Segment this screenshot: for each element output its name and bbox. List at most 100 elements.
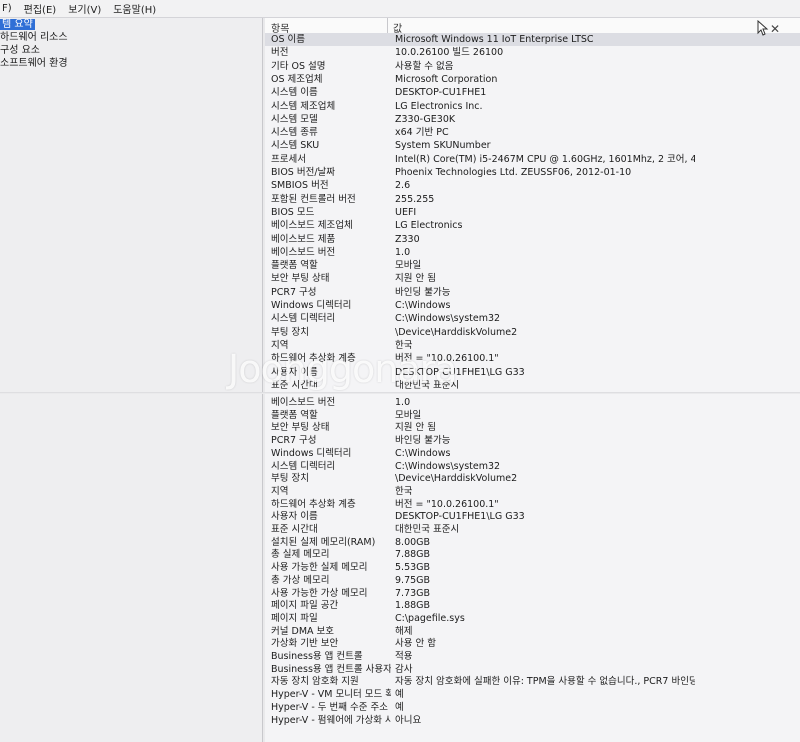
row-item-name: 지역 xyxy=(271,485,289,497)
row-item-name: 플랫폼 역할 xyxy=(271,260,318,272)
row-item-value: Microsoft Windows 11 IoT Enterprise LTSC xyxy=(395,34,594,45)
row-item-name: 베이스보드 제품 xyxy=(271,233,336,245)
table-row[interactable]: 부팅 장치 \Device\HarddiskVolume2 xyxy=(265,326,800,339)
row-item-name: OS 이름 xyxy=(271,34,306,45)
tree-item-components[interactable]: 구성 요소 xyxy=(0,44,262,57)
table-row[interactable]: Windows 디렉터리 C:\Windows xyxy=(265,447,800,460)
row-item-value: 해제 xyxy=(395,625,413,637)
table-row[interactable]: 플랫폼 역할 모바일 xyxy=(265,409,800,422)
tree-item-system-summary[interactable]: 템 요약 xyxy=(0,18,262,31)
table-row[interactable]: 페이지 파일 공간 1.88GB xyxy=(265,599,800,612)
row-item-value: 1.88GB xyxy=(395,600,431,612)
row-item-value: 적용 xyxy=(395,651,413,662)
row-item-value: \Device\HarddiskVolume2 xyxy=(395,473,518,485)
table-row[interactable]: 사용 가능한 가상 메모리 7.73GB xyxy=(265,587,800,600)
table-row[interactable]: 보안 부팅 상태 지원 안 됨 xyxy=(265,272,800,285)
tree-item-hardware-resources[interactable]: 하드웨어 리소스 xyxy=(0,31,262,44)
table-row[interactable]: Business용 앱 컨트롤 적용 xyxy=(265,650,800,663)
table-row[interactable]: Hyper-V - 두 번째 수준 주소 ... 예 xyxy=(265,701,800,714)
table-row[interactable]: 가상화 기반 보안 사용 안 함 xyxy=(265,637,800,650)
row-item-name: 부팅 장치 xyxy=(271,326,309,338)
row-item-value: LG Electronics Inc. xyxy=(395,100,483,112)
table-row[interactable]: 시스템 모델 Z330-GE30K xyxy=(265,113,800,126)
row-item-name: 사용 가능한 실제 메모리 xyxy=(271,562,368,574)
table-row[interactable]: PCR7 구성 바인딩 불가능 xyxy=(265,434,800,447)
table-row[interactable]: 플랫폼 역할 모바일 xyxy=(265,259,800,272)
row-item-name: 시스템 SKU xyxy=(271,140,320,152)
row-item-name: 하드웨어 추상화 계층 xyxy=(271,498,356,510)
table-row[interactable]: 보안 부팅 상태 지원 안 됨 xyxy=(265,421,800,434)
table-row[interactable]: 프로세서 Intel(R) Core(TM) i5-2467M CPU @ 1.6… xyxy=(265,153,800,166)
row-item-value: System SKUNumber xyxy=(395,140,491,152)
row-item-name: PCR7 구성 xyxy=(271,435,317,447)
menu-bar: F) 편집(E) 보기(V) 도움말(H) xyxy=(0,0,800,18)
row-item-value: 바인딩 불가능 xyxy=(395,435,451,447)
row-item-value: 8.00GB xyxy=(395,536,431,548)
row-item-value: x64 기반 PC xyxy=(395,127,449,139)
table-row[interactable]: 버전 10.0.26100 빌드 26100 xyxy=(265,46,800,59)
row-item-name: PCR7 구성 xyxy=(271,286,317,298)
table-row[interactable]: 표준 시간대 대한민국 표준시 xyxy=(265,523,800,536)
row-item-name: 플랫폼 역할 xyxy=(271,409,318,421)
table-row[interactable]: 사용 가능한 실제 메모리 5.53GB xyxy=(265,561,800,574)
menu-edit[interactable]: 편집(E) xyxy=(22,1,59,16)
tree-item-software-environment[interactable]: 소프트웨어 환경 xyxy=(0,57,262,70)
menu-view[interactable]: 보기(V) xyxy=(66,1,103,16)
table-row[interactable]: 시스템 제조업체 LG Electronics Inc. xyxy=(265,100,800,113)
table-row[interactable]: 시스템 SKU System SKUNumber xyxy=(265,139,800,152)
row-item-name: 베이스보드 제조업체 xyxy=(271,220,353,232)
row-item-value: DESKTOP-CU1FHE1 xyxy=(395,87,487,99)
table-row[interactable]: 시스템 종류 x64 기반 PC xyxy=(265,126,800,139)
row-item-name: 포함된 컨트롤러 버전 xyxy=(271,193,356,205)
table-row[interactable]: 총 실제 메모리 7.88GB xyxy=(265,548,800,561)
table-row[interactable]: 기타 OS 설명 사용할 수 없음 xyxy=(265,60,800,73)
column-divider[interactable] xyxy=(387,18,388,34)
table-row[interactable]: SMBIOS 버전 2.6 xyxy=(265,179,800,192)
table-row[interactable]: 시스템 디렉터리 C:\Windows\system32 xyxy=(265,460,800,473)
table-row[interactable]: 베이스보드 제조업체 LG Electronics xyxy=(265,219,800,232)
table-row[interactable]: BIOS 버전/날짜 Phoenix Technologies Ltd. ZEUS… xyxy=(265,166,800,179)
table-row[interactable]: 자동 장치 암호화 지원 자동 장치 암호화에 실패한 이유: TPM을 사용할 … xyxy=(265,675,800,688)
row-item-value: Intel(R) Core(TM) i5-2467M CPU @ 1.60GHz… xyxy=(395,153,695,165)
table-row[interactable]: 하드웨어 추상화 계층 버전 = "10.0.26100.1" xyxy=(265,498,800,511)
table-row[interactable]: Hyper-V - 펌웨어에 가상화 사용 아니요 xyxy=(265,714,800,727)
row-item-value: 사용할 수 없음 xyxy=(395,60,454,72)
table-row[interactable]: 지역 한국 xyxy=(265,485,800,498)
table-row[interactable]: 총 가상 메모리 9.75GB xyxy=(265,574,800,587)
table-row[interactable]: 베이스보드 버전 1.0 xyxy=(265,396,800,409)
row-item-name: Business용 앱 컨트롤 사용자 ... xyxy=(271,663,391,675)
row-item-name: 베이스보드 버전 xyxy=(271,397,336,408)
table-row[interactable]: 부팅 장치 \Device\HarddiskVolume2 xyxy=(265,472,800,485)
table-row[interactable]: OS 이름 Microsoft Windows 11 IoT Enterprise… xyxy=(265,33,800,46)
row-item-value: 255.255 xyxy=(395,193,435,205)
table-row[interactable]: 설치된 실제 메모리(RAM) 8.00GB xyxy=(265,536,800,549)
table-row[interactable]: OS 제조업체 Microsoft Corporation xyxy=(265,73,800,86)
menu-help[interactable]: 도움말(H) xyxy=(111,1,158,16)
table-row[interactable]: Business용 앱 컨트롤 사용자 ... 감사 xyxy=(265,663,800,676)
row-item-name: SMBIOS 버전 xyxy=(271,180,329,192)
table-row[interactable]: 페이지 파일 C:\pagefile.sys xyxy=(265,612,800,625)
table-row[interactable]: 사용자 이름 DESKTOP-CU1FHE1\LG G33 xyxy=(265,510,800,523)
row-item-value: 예 xyxy=(395,689,404,701)
table-row[interactable]: PCR7 구성 바인딩 불가능 xyxy=(265,286,800,299)
row-item-value: 9.75GB xyxy=(395,574,431,586)
table-row[interactable]: 커널 DMA 보호 해제 xyxy=(265,625,800,638)
watermark: Joonggonara xyxy=(228,347,458,391)
table-row[interactable]: 베이스보드 버전 1.0 xyxy=(265,246,800,259)
table-row[interactable]: 시스템 디렉터리 C:\Windows\system32 xyxy=(265,312,800,325)
row-item-name: 시스템 종류 xyxy=(271,127,318,139)
row-item-value: C:\Windows xyxy=(395,300,451,311)
table-row[interactable]: BIOS 모드 UEFI xyxy=(265,206,800,219)
row-item-name: Business용 앱 컨트롤 xyxy=(271,651,363,662)
row-item-name: 총 가상 메모리 xyxy=(271,574,330,586)
close-icon[interactable]: ✕ xyxy=(770,22,780,36)
row-item-name: OS 제조업체 xyxy=(271,73,323,85)
table-row[interactable]: 시스템 이름 DESKTOP-CU1FHE1 xyxy=(265,86,800,99)
table-row[interactable]: Hyper-V - VM 모니터 모드 확장 예 xyxy=(265,688,800,701)
table-row[interactable]: 베이스보드 제품 Z330 xyxy=(265,233,800,246)
table-row[interactable]: 포함된 컨트롤러 버전 255.255 xyxy=(265,193,800,206)
row-item-value: \Device\HarddiskVolume2 xyxy=(395,326,518,338)
menu-file[interactable]: F) xyxy=(0,3,14,14)
table-row[interactable]: Windows 디렉터리 C:\Windows xyxy=(265,299,800,312)
row-item-name: 프로세서 xyxy=(271,153,306,165)
